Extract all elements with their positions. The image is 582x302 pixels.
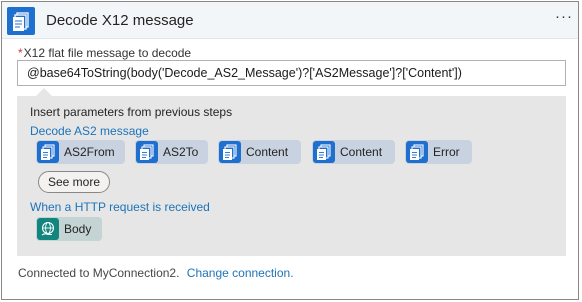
connection-footer: Connected to MyConnection2. Change conne…	[18, 266, 294, 280]
document-stack-icon	[37, 141, 59, 163]
dynamic-content-panel: Insert parameters from previous steps De…	[17, 96, 566, 256]
decode-x12-card: Decode X12 message ··· *X12 flat file me…	[1, 1, 579, 300]
document-stack-icon	[313, 141, 335, 163]
token-label: AS2To	[163, 145, 199, 159]
change-connection-link[interactable]: Change connection.	[187, 266, 294, 280]
panel-title: Insert parameters from previous steps	[30, 105, 233, 119]
token-label: Error	[433, 145, 460, 159]
see-more-button[interactable]: See more	[38, 171, 110, 193]
field-label: *X12 flat file message to decode	[18, 46, 191, 60]
document-stack-icon	[136, 141, 158, 163]
document-stack-icon	[406, 141, 428, 163]
token-content[interactable]: Content	[218, 140, 301, 164]
field-label-text: X12 flat file message to decode	[23, 46, 192, 60]
token-content[interactable]: Content	[312, 140, 395, 164]
group-title-http-request: When a HTTP request is received	[30, 200, 210, 214]
document-stack-icon	[7, 7, 35, 35]
required-marker: *	[18, 46, 23, 60]
dynamic-content-pointer	[36, 88, 52, 96]
x12-message-input[interactable]: @base64ToString(body('Decode_AS2_Message…	[17, 60, 566, 86]
card-title: Decode X12 message	[46, 12, 194, 29]
token-label: Body	[64, 222, 92, 236]
token-label: Content	[246, 145, 289, 159]
connected-text: Connected to MyConnection2.	[18, 266, 180, 280]
group-title-decode-as2: Decode AS2 message	[30, 124, 149, 138]
token-label: Content	[340, 145, 383, 159]
token-error[interactable]: Error	[405, 140, 472, 164]
card-header[interactable]: Decode X12 message ···	[2, 2, 578, 39]
more-options-button[interactable]: ···	[553, 8, 575, 28]
token-as2from[interactable]: AS2From	[36, 140, 125, 164]
token-label: AS2From	[64, 145, 115, 159]
document-stack-icon	[219, 141, 241, 163]
token-as2to[interactable]: AS2To	[135, 140, 208, 164]
token-body[interactable]: Body	[36, 217, 102, 241]
globe-hand-icon	[37, 218, 59, 240]
